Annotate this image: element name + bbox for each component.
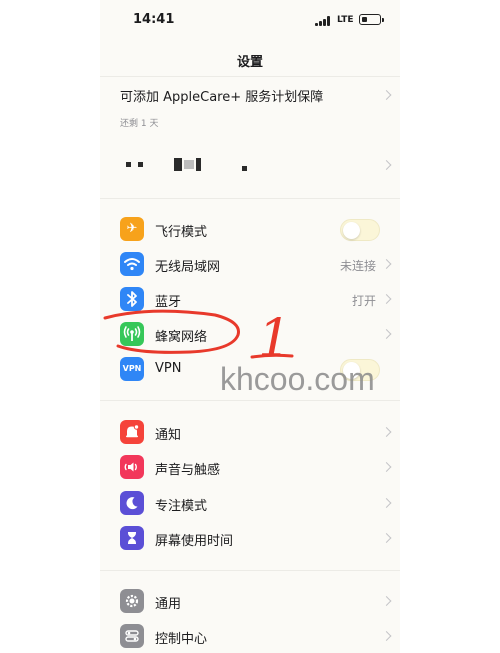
bluetooth-status: 打开	[351, 294, 376, 308]
row-label: 飞行模式	[155, 225, 208, 240]
setting-row-bluetooth[interactable]: 蓝牙 打开	[120, 282, 392, 316]
wifi-status: 未连接	[339, 259, 376, 273]
speaker-icon	[120, 455, 144, 479]
chevron-right-icon	[381, 294, 392, 304]
airplane-icon: ✈	[120, 217, 144, 241]
setting-row-wifi[interactable]: 无线局域网 未连接	[120, 247, 392, 281]
nav-divider	[100, 76, 400, 77]
redacted-name	[242, 166, 247, 171]
status-bar: 14:41 LTE	[100, 0, 400, 44]
chevron-right-icon	[381, 259, 392, 269]
network-type: LTE	[337, 15, 354, 25]
chevron-right-icon	[381, 596, 392, 606]
hourglass-icon	[120, 526, 144, 550]
settings-screen: 14:41 LTE 设置 可添加 AppleCare+ 服务计划保障 还剩 1 …	[100, 0, 400, 653]
setting-row-control-center[interactable]: 控制中心	[120, 619, 392, 653]
redacted-name	[138, 162, 143, 167]
row-label: 蓝牙	[155, 295, 182, 310]
chevron-right-icon	[381, 329, 392, 339]
redacted-name	[196, 158, 201, 171]
row-label: 蜂窝网络	[155, 330, 208, 345]
setting-row-focus[interactable]: 专注模式	[120, 486, 392, 520]
chevron-right-icon	[381, 631, 392, 641]
row-label: VPN	[155, 361, 182, 376]
applecare-title: 可添加 AppleCare+ 服务计划保障	[120, 90, 324, 105]
setting-row-airplane-mode[interactable]: ✈ 飞行模式	[120, 212, 390, 246]
row-label: 屏幕使用时间	[155, 534, 234, 549]
redacted-name	[126, 162, 131, 167]
control-center-icon	[120, 624, 144, 648]
chevron-right-icon	[381, 160, 392, 170]
gear-icon	[120, 589, 144, 613]
row-label: 声音与触感	[155, 463, 221, 478]
battery-icon	[359, 14, 384, 25]
applecare-row[interactable]: 可添加 AppleCare+ 服务计划保障	[120, 84, 392, 106]
vpn-icon: VPN	[120, 357, 144, 381]
row-label: 无线局域网	[155, 260, 221, 275]
row-label: 控制中心	[155, 632, 208, 647]
section-divider	[100, 198, 400, 199]
setting-row-cellular[interactable]: 蜂窝网络	[120, 317, 392, 351]
section-divider	[100, 400, 400, 401]
section-divider	[100, 570, 400, 571]
watermark: khcoo.com	[220, 361, 375, 397]
bluetooth-icon	[120, 287, 144, 311]
row-label: 通知	[155, 428, 182, 443]
moon-icon	[120, 491, 144, 515]
cellular-icon	[120, 322, 144, 346]
applecare-subtitle: 还剩 1 天	[120, 119, 159, 129]
chevron-right-icon	[381, 462, 392, 472]
airplane-mode-toggle[interactable]	[340, 219, 380, 241]
chevron-right-icon	[381, 427, 392, 437]
status-time: 14:41	[133, 12, 175, 27]
chevron-right-icon	[381, 533, 392, 543]
notifications-icon	[120, 420, 144, 444]
page-title: 设置	[236, 55, 263, 70]
setting-row-screen-time[interactable]: 屏幕使用时间	[120, 521, 392, 555]
setting-row-notifications[interactable]: 通知	[120, 415, 392, 449]
chevron-right-icon	[381, 498, 392, 508]
row-label: 专注模式	[155, 499, 208, 514]
signal-icon	[315, 16, 333, 26]
redacted-name	[174, 158, 182, 171]
row-label: 通用	[155, 597, 182, 612]
setting-row-general[interactable]: 通用	[120, 584, 392, 618]
apple-id-row[interactable]	[120, 148, 392, 182]
redacted-name	[184, 160, 194, 169]
wifi-icon	[120, 252, 144, 276]
chevron-right-icon	[381, 90, 392, 100]
setting-row-sounds[interactable]: 声音与触感	[120, 450, 392, 484]
